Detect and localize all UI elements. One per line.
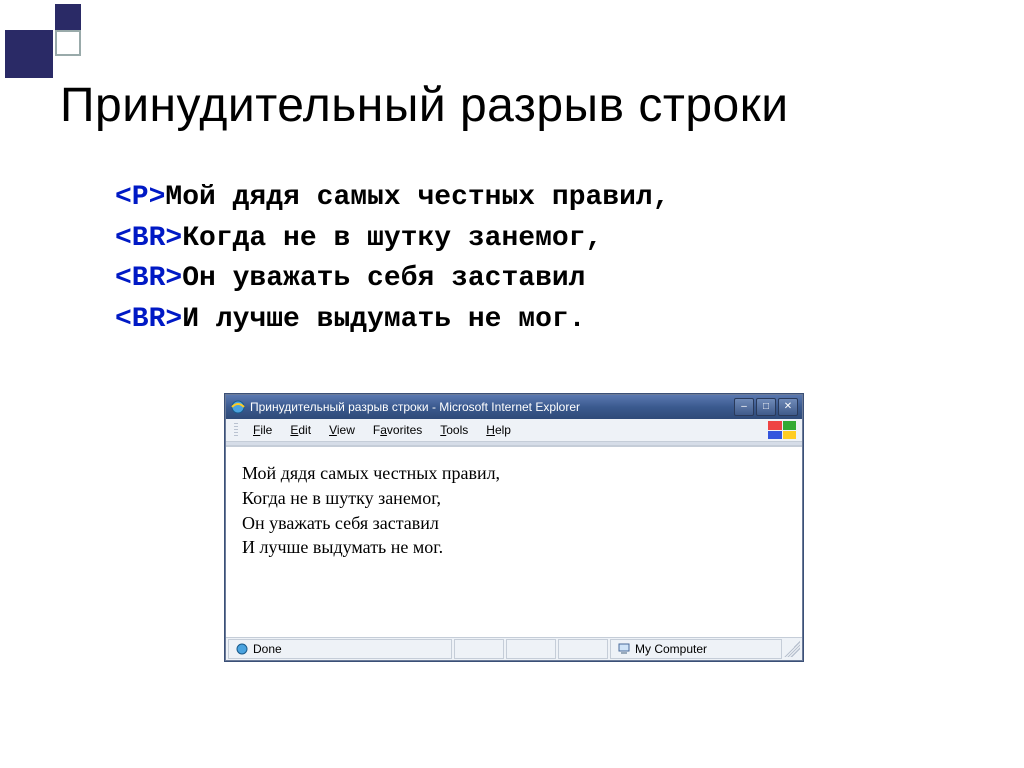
computer-icon xyxy=(617,642,631,656)
page-title: Принудительный разрыв строки xyxy=(60,78,789,133)
tag-p: <P> xyxy=(115,182,165,213)
window-titlebar[interactable]: Принудительный разрыв строки - Microsoft… xyxy=(226,395,802,419)
code-text: И лучше выдумать не мог. xyxy=(182,304,585,335)
rendered-line: Когда не в шутку занемог, xyxy=(242,488,441,508)
menu-label: ools xyxy=(446,423,468,437)
code-text: Когда не в шутку занемог, xyxy=(182,223,602,254)
ie-icon xyxy=(230,399,246,415)
rendered-line: И лучше выдумать не мог. xyxy=(242,537,443,557)
deco-square xyxy=(55,4,81,30)
window-buttons: – □ ✕ xyxy=(734,398,798,416)
status-panel xyxy=(506,639,556,659)
menu-label: iew xyxy=(337,423,355,437)
browser-window: Принудительный разрыв строки - Microsoft… xyxy=(225,394,803,661)
menu-view[interactable]: View xyxy=(322,421,362,439)
deco-square xyxy=(5,30,53,78)
rendered-line: Мой дядя самых честных правил, xyxy=(242,463,500,483)
status-panel: My Computer xyxy=(610,639,782,659)
code-text: Он уважать себя заставил xyxy=(182,263,585,294)
ie-icon xyxy=(235,642,249,656)
code-text: Мой дядя самых честных правил, xyxy=(165,182,669,213)
deco-square xyxy=(55,30,81,56)
minimize-button[interactable]: – xyxy=(734,398,754,416)
menu-help[interactable]: Help xyxy=(479,421,518,439)
code-example: <P>Мой дядя самых честных правил, <BR>Ко… xyxy=(115,178,670,340)
status-bar: Done My Computer xyxy=(226,637,802,660)
close-button[interactable]: ✕ xyxy=(778,398,798,416)
menu-favorites[interactable]: Favorites xyxy=(366,421,429,439)
slide: Принудительный разрыв строки <P>Мой дядя… xyxy=(0,0,1024,768)
window-title: Принудительный разрыв строки - Microsoft… xyxy=(250,400,734,414)
tag-br: <BR> xyxy=(115,263,182,294)
toolbar-grip[interactable] xyxy=(234,423,238,437)
menu-file[interactable]: File xyxy=(246,421,279,439)
resize-grip[interactable] xyxy=(784,641,800,657)
browser-content: Мой дядя самых честных правил, Когда не … xyxy=(226,446,802,637)
status-panel: Done xyxy=(228,639,452,659)
maximize-button[interactable]: □ xyxy=(756,398,776,416)
status-text: Done xyxy=(253,642,282,656)
menu-label: ile xyxy=(260,423,272,437)
menu-label: vorites xyxy=(387,423,422,437)
rendered-line: Он уважать себя заставил xyxy=(242,513,439,533)
menu-label: elp xyxy=(495,423,511,437)
tag-br: <BR> xyxy=(115,223,182,254)
menu-tools[interactable]: Tools xyxy=(433,421,475,439)
tag-br: <BR> xyxy=(115,304,182,335)
menu-bar: File Edit View Favorites Tools Help xyxy=(226,419,802,442)
status-panel xyxy=(558,639,608,659)
menu-label: dit xyxy=(298,423,311,437)
windows-flag-icon xyxy=(768,421,796,439)
status-panel xyxy=(454,639,504,659)
menu-edit[interactable]: Edit xyxy=(283,421,318,439)
status-zone: My Computer xyxy=(635,642,707,656)
